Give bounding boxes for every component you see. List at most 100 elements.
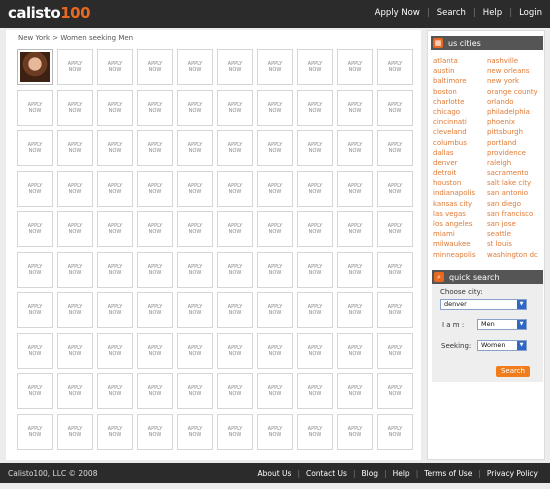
apply-now-slot[interactable]: APPLY NOW	[337, 130, 373, 166]
city-link[interactable]: new orleans	[487, 67, 547, 77]
city-link[interactable]: raleigh	[487, 159, 547, 169]
apply-now-slot[interactable]: APPLY NOW	[57, 251, 93, 288]
apply-now-slot[interactable]: APPLY NOW	[337, 211, 373, 247]
apply-now-slot[interactable]: APPLY NOW	[97, 211, 133, 247]
apply-now-slot[interactable]: APPLY NOW	[97, 292, 133, 328]
apply-now-slot[interactable]: APPLY NOW	[217, 292, 253, 328]
apply-now-slot[interactable]: APPLY NOW	[177, 89, 213, 126]
apply-now-slot[interactable]: APPLY NOW	[177, 211, 213, 247]
apply-now-slot[interactable]: APPLY NOW	[257, 89, 293, 126]
city-link[interactable]: kansas city	[433, 200, 487, 210]
apply-now-slot[interactable]: APPLY NOW	[377, 89, 413, 126]
apply-now-slot[interactable]: APPLY NOW	[137, 373, 173, 409]
city-link[interactable]: indianapolis	[433, 189, 487, 199]
apply-now-slot[interactable]: APPLY NOW	[377, 170, 413, 207]
apply-now-slot[interactable]: APPLY NOW	[97, 130, 133, 166]
apply-now-slot[interactable]: APPLY NOW	[137, 130, 173, 166]
footer-link-about-us[interactable]: About Us	[257, 469, 291, 478]
apply-now-slot[interactable]: APPLY NOW	[177, 49, 213, 85]
apply-now-slot[interactable]: APPLY NOW	[97, 49, 133, 85]
city-link[interactable]: nashville	[487, 57, 547, 67]
apply-now-slot[interactable]: APPLY NOW	[257, 373, 293, 409]
apply-now-slot[interactable]: APPLY NOW	[97, 251, 133, 288]
apply-now-slot[interactable]: APPLY NOW	[57, 292, 93, 328]
apply-now-slot[interactable]: APPLY NOW	[217, 49, 253, 85]
city-link[interactable]: austin	[433, 67, 487, 77]
apply-now-slot[interactable]: APPLY NOW	[257, 292, 293, 328]
apply-now-slot[interactable]: APPLY NOW	[337, 292, 373, 328]
apply-now-slot[interactable]: APPLY NOW	[137, 292, 173, 328]
apply-now-slot[interactable]: APPLY NOW	[17, 211, 53, 247]
apply-now-slot[interactable]: APPLY NOW	[297, 211, 333, 247]
nav-apply-now[interactable]: Apply Now	[375, 8, 420, 18]
city-link[interactable]: minneapolis	[433, 251, 487, 261]
apply-now-slot[interactable]: APPLY NOW	[17, 170, 53, 207]
nav-help[interactable]: Help	[483, 8, 502, 18]
apply-now-slot[interactable]: APPLY NOW	[217, 89, 253, 126]
apply-now-slot[interactable]: APPLY NOW	[297, 332, 333, 369]
apply-now-slot[interactable]: APPLY NOW	[257, 211, 293, 247]
apply-now-slot[interactable]: APPLY NOW	[17, 251, 53, 288]
apply-now-slot[interactable]: APPLY NOW	[257, 251, 293, 288]
city-link[interactable]: houston	[433, 179, 487, 189]
apply-now-slot[interactable]: APPLY NOW	[297, 49, 333, 85]
apply-now-slot[interactable]: APPLY NOW	[257, 49, 293, 85]
city-link[interactable]: providence	[487, 149, 547, 159]
apply-now-slot[interactable]: APPLY NOW	[57, 211, 93, 247]
apply-now-slot[interactable]: APPLY NOW	[217, 170, 253, 207]
nav-login[interactable]: Login	[519, 8, 542, 18]
apply-now-slot[interactable]: APPLY NOW	[377, 332, 413, 369]
apply-now-slot[interactable]: APPLY NOW	[337, 170, 373, 207]
apply-now-slot[interactable]: APPLY NOW	[57, 89, 93, 126]
apply-now-slot[interactable]: APPLY NOW	[297, 89, 333, 126]
apply-now-slot[interactable]: APPLY NOW	[177, 251, 213, 288]
apply-now-slot[interactable]: APPLY NOW	[177, 332, 213, 369]
city-link[interactable]: salt lake city	[487, 179, 547, 189]
apply-now-slot[interactable]: APPLY NOW	[297, 373, 333, 409]
city-link[interactable]: denver	[433, 159, 487, 169]
footer-link-contact-us[interactable]: Contact Us	[306, 469, 347, 478]
apply-now-slot[interactable]: APPLY NOW	[137, 170, 173, 207]
apply-now-slot[interactable]: APPLY NOW	[137, 49, 173, 85]
nav-search[interactable]: Search	[437, 8, 466, 18]
footer-link-privacy-policy[interactable]: Privacy Policy	[487, 469, 538, 478]
apply-now-slot[interactable]: APPLY NOW	[17, 373, 53, 409]
city-link[interactable]: detroit	[433, 169, 487, 179]
apply-now-slot[interactable]: APPLY NOW	[337, 251, 373, 288]
apply-now-slot[interactable]: APPLY NOW	[297, 292, 333, 328]
city-link[interactable]: baltimore	[433, 77, 487, 87]
apply-now-slot[interactable]: APPLY NOW	[217, 413, 253, 450]
city-link[interactable]: san jose	[487, 220, 547, 230]
city-link[interactable]: miami	[433, 230, 487, 240]
city-link[interactable]: philadelphia	[487, 108, 547, 118]
apply-now-slot[interactable]: APPLY NOW	[137, 89, 173, 126]
apply-now-slot[interactable]: APPLY NOW	[217, 332, 253, 369]
apply-now-slot[interactable]: APPLY NOW	[377, 373, 413, 409]
apply-now-slot[interactable]: APPLY NOW	[377, 251, 413, 288]
apply-now-slot[interactable]: APPLY NOW	[57, 130, 93, 166]
apply-now-slot[interactable]: APPLY NOW	[377, 413, 413, 450]
footer-link-blog[interactable]: Blog	[361, 469, 378, 478]
i-am-select[interactable]: Men ▼	[477, 319, 527, 330]
footer-link-terms-of-use[interactable]: Terms of Use	[424, 469, 472, 478]
city-link[interactable]: san antonio	[487, 189, 547, 199]
profile-photo-thumb[interactable]	[17, 49, 53, 85]
city-link[interactable]: pittsburgh	[487, 128, 547, 138]
apply-now-slot[interactable]: APPLY NOW	[337, 332, 373, 369]
apply-now-slot[interactable]: APPLY NOW	[337, 373, 373, 409]
apply-now-slot[interactable]: APPLY NOW	[297, 130, 333, 166]
apply-now-slot[interactable]: APPLY NOW	[137, 413, 173, 450]
apply-now-slot[interactable]: APPLY NOW	[137, 211, 173, 247]
city-link[interactable]: san francisco	[487, 210, 547, 220]
city-link[interactable]: sacramento	[487, 169, 547, 179]
apply-now-slot[interactable]: APPLY NOW	[257, 332, 293, 369]
apply-now-slot[interactable]: APPLY NOW	[17, 130, 53, 166]
city-link[interactable]: new york	[487, 77, 547, 87]
apply-now-slot[interactable]: APPLY NOW	[57, 332, 93, 369]
apply-now-slot[interactable]: APPLY NOW	[177, 170, 213, 207]
apply-now-slot[interactable]: APPLY NOW	[217, 251, 253, 288]
city-link[interactable]: charlotte	[433, 98, 487, 108]
city-link[interactable]: san diego	[487, 200, 547, 210]
city-link[interactable]: los angeles	[433, 220, 487, 230]
seeking-select[interactable]: Women ▼	[477, 340, 527, 351]
